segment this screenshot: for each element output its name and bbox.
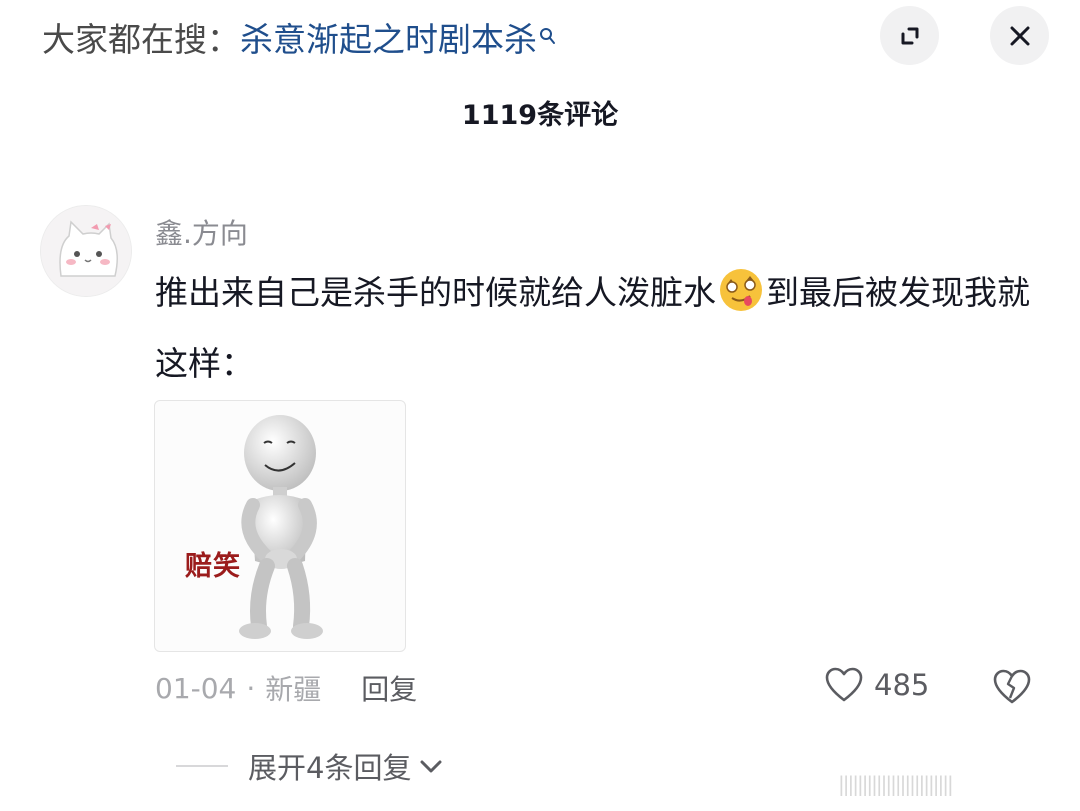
search-term-link[interactable]: 杀意渐起之时剧本杀 (240, 13, 537, 61)
search-prefix-label: 大家都在搜： (42, 20, 240, 59)
meta-separator: · (246, 671, 256, 705)
image-caption: 赔笑 (185, 551, 241, 582)
comment-username[interactable]: 鑫.方向 (155, 212, 248, 252)
smiling-figure-image (239, 415, 323, 639)
dizzy-tongue-emoji-icon (718, 267, 764, 333)
like-count: 485 (874, 668, 930, 702)
avatar-cat-image (41, 206, 131, 296)
reply-button[interactable]: 回复 (361, 668, 417, 708)
close-button[interactable] (990, 6, 1049, 65)
comment-text-part-1: 推出来自己是杀手的时候就给人泼脏水 (155, 273, 716, 312)
expand-button[interactable] (880, 6, 939, 65)
avatar[interactable] (40, 205, 132, 297)
comment-meta: 01-04 · 新疆 回复 (155, 668, 417, 708)
broken-heart-icon (993, 669, 1031, 704)
comment-location: 新疆 (265, 673, 322, 706)
heart-icon (825, 667, 863, 702)
like-button[interactable]: 485 (824, 666, 929, 704)
comment-date: 01-04 (155, 671, 237, 705)
comment-text: 推出来自己是杀手的时候就给人泼脏水 到最后被发现我就这样： (155, 262, 1045, 395)
search-suggestion-bar[interactable]: 大家都在搜： 杀意渐起之时剧本杀 (42, 14, 557, 60)
expand-replies-button[interactable]: 展开4条回复 (176, 745, 443, 787)
comment-count-title: 1119条评论 (461, 100, 619, 131)
comment-image[interactable]: 赔笑 (154, 400, 406, 652)
chevron-down-icon (420, 760, 442, 773)
reply-divider-line (176, 765, 228, 767)
search-icon (539, 16, 557, 55)
watermark: |||||||||||||||||||||||| (838, 772, 954, 796)
expand-icon (901, 27, 918, 44)
close-icon (1010, 26, 1029, 45)
expand-replies-label: 展开4条回复 (248, 751, 412, 785)
dislike-button[interactable] (992, 668, 1032, 710)
